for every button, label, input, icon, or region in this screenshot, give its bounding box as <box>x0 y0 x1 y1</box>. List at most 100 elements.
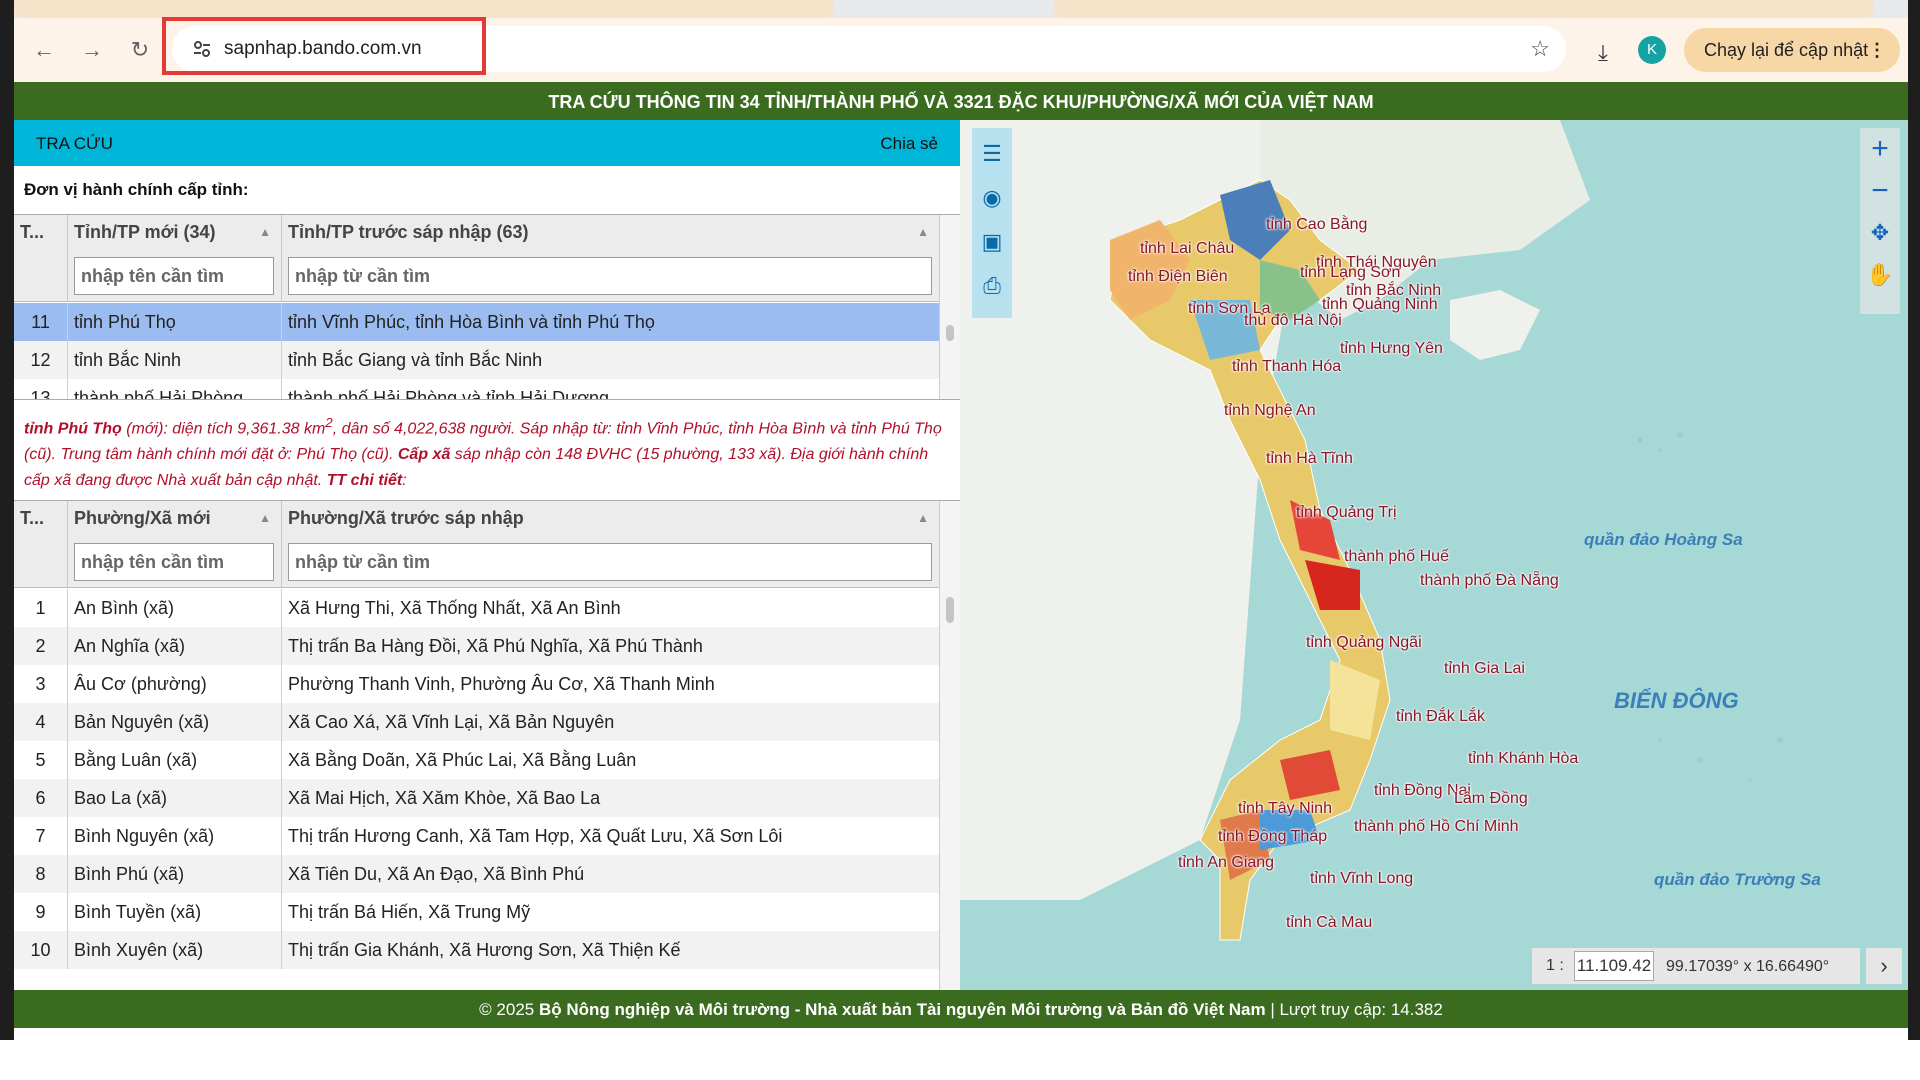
location-pin-icon[interactable]: ◉ <box>976 182 1008 214</box>
ward-scrollbar[interactable] <box>939 501 960 991</box>
map-label-cao-bang: tỉnh Cao Bằng <box>1266 216 1368 233</box>
back-icon[interactable]: ← <box>28 34 60 66</box>
cell-old: Thị trấn Gia Khánh, Xã Hương Sơn, Xã Thi… <box>282 931 940 969</box>
zoom-in-icon[interactable]: + <box>1864 132 1896 166</box>
table-row[interactable]: 4 Bản Nguyên (xã) Xã Cao Xá, Xã Vĩnh Lại, … <box>14 703 940 741</box>
scale-prefix: 1 : <box>1546 957 1564 974</box>
cell-old: Xã Mai Hịch, Xã Xăm Khòe, Xã Bao La <box>282 779 940 817</box>
map-toolbar: ☰ ◉ ▣ ⎙ <box>972 128 1012 318</box>
full-extent-icon[interactable]: ✥ <box>1864 216 1896 250</box>
zoom-toolbar: + − ✥ ✋ <box>1860 128 1900 314</box>
cell-num: 5 <box>14 741 68 779</box>
map-label-hung-yen: tỉnh Hưng Yên <box>1340 340 1443 357</box>
relaunch-update-button[interactable]: Chạy lại để cập nhật ⋮ <box>1684 28 1900 72</box>
info-details-link[interactable]: TT chi tiết <box>327 472 403 489</box>
map-label-ca-mau: tỉnh Cà Mau <box>1286 914 1373 931</box>
cell-new: Bình Xuyên (xã) <box>68 931 282 969</box>
table-row[interactable]: 7 Bình Nguyên (xã) Thị trấn Hương Canh, Xã… <box>14 817 940 855</box>
ward-grid-body: 1 An Bình (xã) Xã Hưng Thi, Xã Thống Nhất,… <box>14 589 940 991</box>
filter-old-ward-input[interactable] <box>288 543 932 581</box>
table-row[interactable]: 1 An Bình (xã) Xã Hưng Thi, Xã Thống Nhất,… <box>14 589 940 627</box>
cell-num: 11 <box>14 303 68 341</box>
filter-cell-new <box>68 249 282 301</box>
lookup-panel: TRA CỨU Chia sẻ Đơn vị hành chính cấp tỉ… <box>14 120 960 992</box>
info-province-name: tỉnh Phú Thọ <box>24 420 122 438</box>
bookmark-star-icon[interactable]: ☆ <box>1530 26 1550 72</box>
province-info-text: tỉnh Phú Thọ (mới): diện tích 9,361.38 k… <box>24 410 944 494</box>
scrollbar-thumb[interactable] <box>946 597 954 623</box>
map-label-truong-sa: quần đảo Trường Sa <box>1654 870 1821 889</box>
cell-new: tỉnh Bắc Ninh <box>68 341 282 379</box>
info-superscript: 2 <box>325 415 333 430</box>
map-label-lam-dong: Lâm Đồng <box>1454 790 1528 807</box>
filter-old-province-input[interactable] <box>288 257 932 295</box>
scale-display: 1 : 11.109.42 99.17039° x 16.66490° <box>1532 948 1860 984</box>
map-label-dak-lak: tỉnh Đắk Lắk <box>1396 708 1485 725</box>
download-icon[interactable]: ⤓ <box>1588 38 1618 68</box>
chevron-right-icon[interactable]: › <box>1866 948 1902 984</box>
cell-new: Bình Tuyền (xã) <box>68 893 282 931</box>
cell-num: 1 <box>14 589 68 627</box>
filter-cell-num <box>14 249 68 301</box>
column-header-num[interactable]: T... <box>14 501 68 535</box>
info-text: : <box>402 472 407 490</box>
table-row[interactable]: 8 Bình Phú (xã) Xã Tiên Du, Xã An Đạo, Xã … <box>14 855 940 893</box>
table-row[interactable]: 12 tỉnh Bắc Ninh tỉnh Bắc Giang và tỉnh … <box>14 341 940 379</box>
filter-new-ward-input[interactable] <box>74 543 274 581</box>
info-commune-level: Cấp xã <box>397 446 451 464</box>
filter-new-province-input[interactable] <box>74 257 274 295</box>
table-row[interactable]: 13 thành phố Hải Phòng thành phố Hải Phò… <box>14 379 940 399</box>
scrollbar-thumb[interactable] <box>946 325 954 341</box>
table-row[interactable]: 9 Bình Tuyền (xã) Thị trấn Bá Hiến, Xã Tru… <box>14 893 940 931</box>
column-header-old-province[interactable]: Tỉnh/TP trước sáp nhập (63) ▲ <box>282 215 940 249</box>
print-icon[interactable]: ⎙ <box>976 270 1008 302</box>
sort-icon[interactable]: ▲ <box>917 501 929 535</box>
column-header-new-ward[interactable]: Phường/Xã mới ▲ <box>68 501 282 535</box>
cell-num: 3 <box>14 665 68 703</box>
footer-publisher: Bộ Nông nghiệp và Môi trường - Nhà xuất … <box>538 1000 1266 1019</box>
map-label-ha-noi: thủ đô Hà Nội <box>1244 312 1342 329</box>
relaunch-label: Chạy lại để cập nhật <box>1704 40 1869 60</box>
pan-hand-icon[interactable]: ✋ <box>1864 258 1896 292</box>
map-label-quang-ngai: tỉnh Quảng Ngãi <box>1306 634 1422 651</box>
cell-old: Xã Hưng Thi, Xã Thống Nhất, Xã An Bình <box>282 589 940 627</box>
sort-icon[interactable]: ▲ <box>259 215 271 249</box>
cell-old: Thị trấn Ba Hàng Đồi, Xã Phú Nghĩa, Xã P… <box>282 627 940 665</box>
desktop-strip <box>0 1040 1920 1080</box>
sort-icon[interactable]: ▲ <box>259 501 271 535</box>
sort-icon[interactable]: ▲ <box>917 215 929 249</box>
cell-new: thành phố Hải Phòng <box>68 379 282 399</box>
province-section-title: Đơn vị hành chính cấp tỉnh: <box>24 180 249 199</box>
column-header-num[interactable]: T... <box>14 215 68 249</box>
reload-icon[interactable]: ↻ <box>124 34 156 66</box>
table-row[interactable]: 3 Âu Cơ (phường) Phường Thanh Vinh, Phường… <box>14 665 940 703</box>
table-row[interactable]: 6 Bao La (xã) Xã Mai Hịch, Xã Xăm Khòe, Xã… <box>14 779 940 817</box>
filter-cell-num <box>14 535 68 587</box>
eraser-icon[interactable]: ▣ <box>976 226 1008 258</box>
scale-input[interactable]: 11.109.42 <box>1574 951 1654 981</box>
table-row[interactable]: 11 tỉnh Phú Thọ tỉnh Vĩnh Phúc, tỉnh Hòa… <box>14 303 940 341</box>
tab-lookup[interactable]: TRA CỨU <box>36 134 113 154</box>
layers-icon[interactable]: ☰ <box>976 138 1008 170</box>
column-header-old-ward[interactable]: Phường/Xã trước sáp nhập ▲ <box>282 501 940 535</box>
page-banner-title: TRA CỨU THÔNG TIN 34 TỈNH/THÀNH PHỐ VÀ 3… <box>14 82 1908 120</box>
cell-old: Phường Thanh Vinh, Phường Âu Cơ, Xã Than… <box>282 665 940 703</box>
table-row[interactable]: 5 Bằng Luân (xã) Xã Bằng Doãn, Xã Phúc Lai… <box>14 741 940 779</box>
browser-tab[interactable] <box>1054 0 1874 18</box>
profile-avatar[interactable]: K <box>1638 36 1666 64</box>
column-header-label: Phường/Xã mới <box>74 508 211 528</box>
map-view[interactable]: tỉnh Cao Bằng tỉnh Lai Châu tỉnh Thái Ng… <box>960 120 1908 990</box>
cell-new: Bản Nguyên (xã) <box>68 703 282 741</box>
browser-menu-icon[interactable]: ⋮ <box>1868 28 1886 72</box>
zoom-out-icon[interactable]: − <box>1864 174 1896 208</box>
share-link[interactable]: Chia sẻ <box>880 134 938 154</box>
map-label-ha-tinh: tỉnh Hà Tĩnh <box>1266 450 1353 467</box>
browser-tab[interactable] <box>14 0 834 18</box>
table-row[interactable]: 10 Bình Xuyên (xã) Thị trấn Gia Khánh, Xã … <box>14 931 940 969</box>
map-label-lai-chau: tỉnh Lai Châu <box>1140 240 1235 257</box>
table-row[interactable]: 2 An Nghĩa (xã) Thị trấn Ba Hàng Đồi, Xã P… <box>14 627 940 665</box>
cell-old: thành phố Hải Phòng và tỉnh Hải Dương <box>282 379 940 399</box>
forward-icon[interactable]: → <box>76 34 108 66</box>
province-scrollbar[interactable] <box>939 215 960 399</box>
column-header-new-province[interactable]: Tỉnh/TP mới (34) ▲ <box>68 215 282 249</box>
